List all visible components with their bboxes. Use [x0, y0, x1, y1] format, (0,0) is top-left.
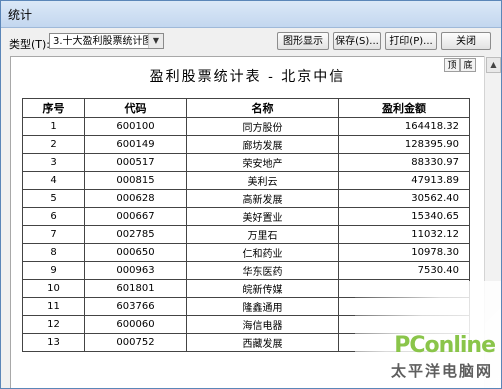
cell-code: 000667 — [84, 207, 187, 226]
type-label: 类型(T): — [9, 38, 51, 51]
close-button[interactable]: 关闭 — [441, 32, 491, 50]
table-row: 6 000667 美好置业 15340.65 — [22, 207, 470, 226]
cell-code: 002785 — [84, 225, 187, 244]
cell-code: 603766 — [84, 297, 187, 316]
cell-index: 9 — [22, 261, 85, 280]
cell-code: 000517 — [84, 153, 187, 172]
cell-name: 廊坊发展 — [186, 135, 339, 154]
toolbar: 类型(T): 3.十大盈利股票统计图 ▼ 图形显示 保存(S)... 打印(P)… — [1, 28, 501, 54]
cell-name: 美好置业 — [186, 207, 339, 226]
column-header-profit: 盈利金额 — [338, 98, 470, 118]
cell-code: 601801 — [84, 279, 187, 298]
cell-index: 10 — [22, 279, 85, 298]
cell-name: 万里石 — [186, 225, 339, 244]
cell-name: 西藏发展 — [186, 333, 339, 352]
watermark-logo: PConline — [394, 333, 496, 358]
cell-profit: 88330.97 — [338, 153, 470, 172]
watermark-text: 太平洋电脑网 — [390, 362, 493, 380]
cell-name: 隆鑫通用 — [186, 297, 339, 316]
table-row: 9 000963 华东医药 7530.40 — [22, 261, 470, 280]
cell-index: 1 — [22, 117, 85, 136]
print-button[interactable]: 打印(P)... — [385, 32, 437, 50]
chart-display-button[interactable]: 图形显示 — [277, 32, 329, 50]
cell-code: 600149 — [84, 135, 187, 154]
cell-index: 3 — [22, 153, 85, 172]
cell-profit: 128395.90 — [338, 135, 470, 154]
cell-profit: 47913.89 — [338, 171, 470, 190]
cell-code: 000752 — [84, 333, 187, 352]
type-select[interactable]: 3.十大盈利股票统计图 ▼ — [49, 33, 164, 49]
cell-name: 海信电器 — [186, 315, 339, 334]
cell-name: 荣安地产 — [186, 153, 339, 172]
cell-name: 高新发展 — [186, 189, 339, 208]
column-header-index: 序号 — [22, 98, 85, 118]
type-select-value: 3.十大盈利股票统计图 — [53, 36, 153, 47]
table-row: 8 000650 仁和药业 10978.30 — [22, 243, 470, 262]
window-title: 统计 — [8, 8, 33, 22]
table-row: 3 000517 荣安地产 88330.97 — [22, 153, 470, 172]
table-row: 5 000628 高新发展 30562.40 — [22, 189, 470, 208]
column-header-code: 代码 — [84, 98, 187, 118]
cell-index: 12 — [22, 315, 85, 334]
scroll-up-icon[interactable]: ▲ — [486, 57, 501, 73]
table-row: 7 002785 万里石 11032.12 — [22, 225, 470, 244]
cell-code: 000628 — [84, 189, 187, 208]
cell-profit: 7530.40 — [338, 261, 470, 280]
table-header-row: 序号 代码 名称 盈利金额 — [22, 98, 470, 118]
cell-index: 11 — [22, 297, 85, 316]
cell-index: 5 — [22, 189, 85, 208]
cell-index: 4 — [22, 171, 85, 190]
cell-name: 同方股份 — [186, 117, 339, 136]
cell-index: 2 — [22, 135, 85, 154]
cell-profit: 30562.40 — [338, 189, 470, 208]
cell-index: 13 — [22, 333, 85, 352]
save-button[interactable]: 保存(S)... — [333, 32, 381, 50]
cell-index: 6 — [22, 207, 85, 226]
watermark: PConline 太平洋电脑网 — [355, 281, 501, 388]
table-row: 1 600100 同方股份 164418.32 — [22, 117, 470, 136]
cell-name: 皖新传媒 — [186, 279, 339, 298]
table-row: 4 000815 美利云 47913.89 — [22, 171, 470, 190]
cell-code: 000963 — [84, 261, 187, 280]
column-header-name: 名称 — [186, 98, 339, 118]
cell-name: 美利云 — [186, 171, 339, 190]
cell-name: 仁和药业 — [186, 243, 339, 262]
cell-code: 600100 — [84, 117, 187, 136]
chevron-down-icon[interactable]: ▼ — [148, 34, 163, 48]
stats-window: 统计 类型(T): 3.十大盈利股票统计图 ▼ 图形显示 保存(S)... 打印… — [0, 0, 502, 389]
report-title: 盈利股票统计表 - 北京中信 — [149, 69, 346, 85]
cell-profit: 164418.32 — [338, 117, 470, 136]
cell-code: 600060 — [84, 315, 187, 334]
cell-name: 华东医药 — [186, 261, 339, 280]
title-bar: 统计 — [1, 1, 501, 28]
cell-profit: 15340.65 — [338, 207, 470, 226]
cell-code: 000815 — [84, 171, 187, 190]
cell-index: 7 — [22, 225, 85, 244]
cell-profit: 10978.30 — [338, 243, 470, 262]
table-row: 2 600149 廊坊发展 128395.90 — [22, 135, 470, 154]
cell-index: 8 — [22, 243, 85, 262]
cell-profit: 11032.12 — [338, 225, 470, 244]
cell-code: 000650 — [84, 243, 187, 262]
